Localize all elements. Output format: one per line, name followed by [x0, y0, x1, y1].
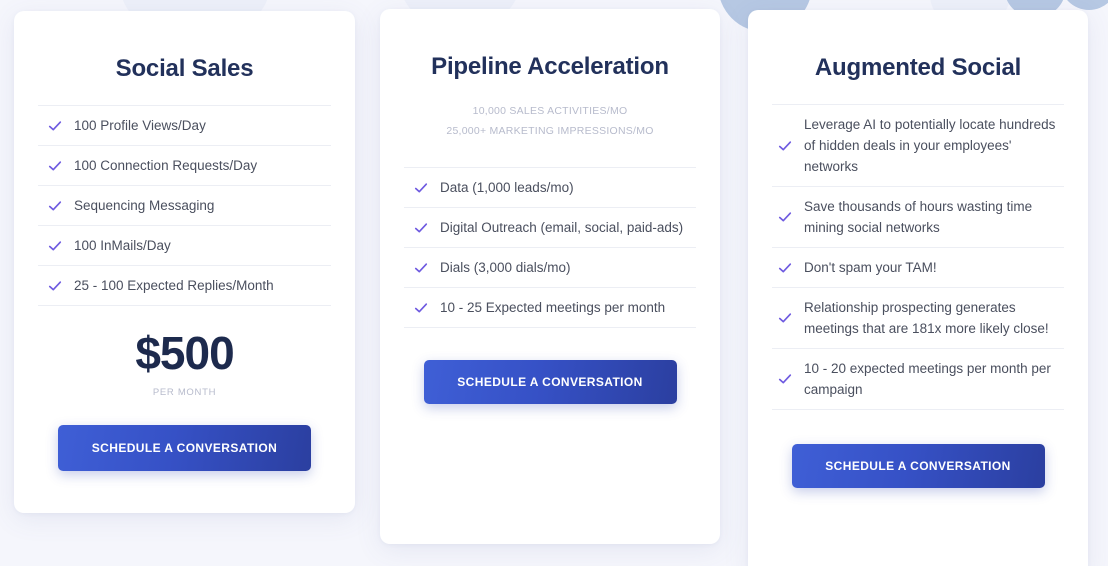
- feature-item: Digital Outreach (email, social, paid-ad…: [404, 207, 696, 247]
- schedule-conversation-button[interactable]: SCHEDULE A CONVERSATION: [423, 360, 677, 404]
- feature-label: Data (1,000 leads/mo): [440, 180, 574, 195]
- feature-item: 25 - 100 Expected Replies/Month: [38, 265, 331, 306]
- feature-label: Digital Outreach (email, social, paid-ad…: [440, 220, 684, 235]
- feature-label: 25 - 100 Expected Replies/Month: [74, 278, 274, 293]
- feature-item: 100 Profile Views/Day: [38, 105, 331, 145]
- schedule-conversation-button[interactable]: SCHEDULE A CONVERSATION: [791, 444, 1045, 488]
- plan-title: Pipeline Acceleration: [431, 53, 669, 80]
- feature-label: 10 - 20 expected meetings per month per …: [804, 361, 1051, 397]
- feature-label: 100 InMails/Day: [74, 238, 171, 253]
- check-icon: [48, 119, 62, 133]
- check-icon: [778, 139, 792, 153]
- pricing-card-augmented-social: Augmented Social Leverage AI to potentia…: [748, 10, 1088, 566]
- plan-subtitle: 25,000+ MARKETING IMPRESSIONS/MO: [446, 125, 654, 137]
- pricing-card-social-sales: Social Sales 100 Profile Views/Day 100 C…: [14, 11, 355, 513]
- plan-feature-list: 100 Profile Views/Day 100 Connection Req…: [38, 105, 331, 306]
- feature-label: 10 - 25 Expected meetings per month: [440, 300, 666, 315]
- schedule-conversation-button[interactable]: SCHEDULE A CONVERSATION: [58, 425, 311, 471]
- feature-item: 100 Connection Requests/Day: [38, 145, 331, 185]
- plan-price-period: PER MONTH: [152, 387, 217, 398]
- check-icon: [48, 239, 62, 253]
- feature-label: Don't spam your TAM!: [804, 260, 937, 275]
- check-icon: [48, 199, 62, 213]
- check-icon: [414, 261, 428, 275]
- check-icon: [48, 279, 62, 293]
- feature-label: Relationship prospecting generates meeti…: [804, 300, 1049, 336]
- plan-title: Social Sales: [115, 55, 254, 82]
- check-icon: [48, 159, 62, 173]
- check-icon: [778, 210, 792, 224]
- price-block: $500 PER MONTH: [38, 328, 331, 398]
- feature-label: 100 Connection Requests/Day: [74, 158, 258, 173]
- feature-item: Don't spam your TAM!: [772, 247, 1064, 287]
- cta-container: SCHEDULE A CONVERSATION: [38, 425, 331, 471]
- feature-item: 10 - 20 expected meetings per month per …: [772, 348, 1064, 410]
- pricing-card-deck: Social Sales 100 Profile Views/Day 100 C…: [0, 0, 1108, 566]
- feature-item: Save thousands of hours wasting time min…: [772, 186, 1064, 247]
- plan-feature-list: Data (1,000 leads/mo) Digital Outreach (…: [404, 167, 696, 328]
- check-icon: [414, 301, 428, 315]
- feature-item: Sequencing Messaging: [38, 185, 331, 225]
- feature-item: Dials (3,000 dials/mo): [404, 247, 696, 287]
- feature-item: Leverage AI to potentially locate hundre…: [772, 104, 1064, 186]
- feature-label: Save thousands of hours wasting time min…: [804, 199, 1033, 235]
- check-icon: [414, 181, 428, 195]
- plan-title: Augmented Social: [814, 54, 1022, 81]
- feature-item: Relationship prospecting generates meeti…: [772, 287, 1064, 348]
- check-icon: [778, 311, 792, 325]
- plan-feature-list: Leverage AI to potentially locate hundre…: [772, 104, 1064, 410]
- feature-label: Sequencing Messaging: [74, 198, 215, 213]
- cta-container: SCHEDULE A CONVERSATION: [404, 360, 696, 404]
- feature-item: 100 InMails/Day: [38, 225, 331, 265]
- cta-container: SCHEDULE A CONVERSATION: [772, 444, 1064, 488]
- check-icon: [778, 372, 792, 386]
- plan-subtitle-list: 10,000 SALES ACTIVITIES/MO 25,000+ MARKE…: [404, 101, 696, 141]
- feature-item: Data (1,000 leads/mo): [404, 167, 696, 207]
- check-icon: [414, 221, 428, 235]
- feature-label: Dials (3,000 dials/mo): [440, 260, 571, 275]
- feature-item: 10 - 25 Expected meetings per month: [404, 287, 696, 328]
- pricing-card-pipeline-acceleration: Pipeline Acceleration 10,000 SALES ACTIV…: [380, 9, 720, 544]
- feature-label: Leverage AI to potentially locate hundre…: [804, 117, 1056, 174]
- check-icon: [778, 261, 792, 275]
- plan-price: $500: [135, 327, 234, 379]
- feature-label: 100 Profile Views/Day: [74, 118, 206, 133]
- plan-subtitle: 10,000 SALES ACTIVITIES/MO: [472, 105, 628, 117]
